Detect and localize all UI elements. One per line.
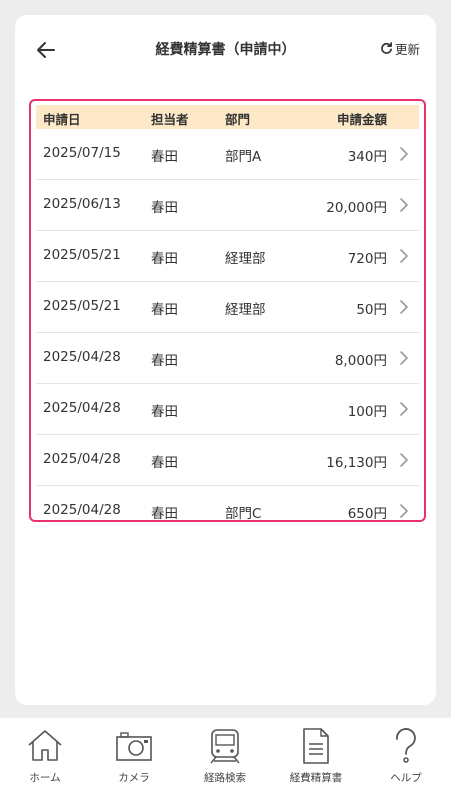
nav-help[interactable]: ヘルプ: [366, 726, 446, 785]
row-date: 2025/05/21: [43, 247, 121, 263]
column-header-date: 申請日: [43, 112, 81, 127]
nav-route-search-label: 経路検索: [204, 772, 246, 784]
row-staff: 春田: [151, 302, 178, 318]
row-staff: 春田: [151, 455, 178, 471]
row-dept: 部門A: [225, 149, 262, 165]
chevron-right-icon: [400, 249, 408, 263]
row-staff: 春田: [151, 404, 178, 420]
row-dept: 経理部: [225, 251, 266, 267]
refresh-icon: [381, 42, 392, 54]
row-amount: 8,000円: [334, 353, 387, 369]
refresh-label: 更新: [394, 42, 420, 57]
row-dept: 経理部: [225, 302, 266, 318]
row-amount: 20,000円: [326, 200, 387, 216]
row-date: 2025/05/21: [43, 298, 121, 314]
help-icon: [396, 728, 416, 763]
header: 経費精算書（申請中） 更新: [15, 15, 436, 83]
chevron-right-icon: [400, 300, 408, 314]
table-row[interactable]: 2025/05/21 春田 経理部 50円: [36, 282, 419, 333]
column-header-amount: 申請金額: [336, 112, 387, 127]
chevron-right-icon: [400, 351, 408, 365]
bottom-navigation: ホーム カメラ 経路検索 経費精算書 ヘルプ: [0, 718, 451, 800]
row-staff: 春田: [151, 149, 178, 165]
chevron-right-icon: [400, 453, 408, 467]
table-row[interactable]: 2025/04/28 春田 100円: [36, 384, 419, 435]
chevron-right-icon: [400, 504, 408, 518]
row-amount: 340円: [347, 149, 387, 165]
row-date: 2025/04/28: [43, 502, 121, 518]
row-amount: 50円: [356, 302, 387, 318]
table-header: 申請日 担当者 部門 申請金額: [36, 105, 419, 129]
nav-home[interactable]: ホーム: [5, 726, 85, 785]
row-amount: 16,130円: [326, 455, 387, 471]
row-amount: 650円: [347, 506, 387, 522]
nav-camera[interactable]: カメラ: [94, 726, 174, 785]
nav-home-label: ホーム: [29, 772, 61, 784]
nav-help-label: ヘルプ: [390, 772, 422, 784]
table-row[interactable]: 2025/06/13 春田 20,000円: [36, 180, 419, 231]
column-header-dept: 部門: [225, 112, 251, 127]
row-staff: 春田: [151, 200, 178, 216]
nav-camera-label: カメラ: [118, 772, 150, 784]
row-date: 2025/06/13: [43, 196, 121, 212]
camera-icon: [116, 732, 152, 761]
nav-route-search[interactable]: 経路検索: [185, 726, 265, 785]
chevron-right-icon: [400, 147, 408, 161]
home-icon: [28, 730, 62, 761]
table-body: 2025/07/15 春田 部門A 340円 2025/06/13 春田 20,…: [36, 129, 419, 522]
row-date: 2025/04/28: [43, 400, 121, 416]
table-row[interactable]: 2025/07/15 春田 部門A 340円: [36, 129, 419, 180]
row-date: 2025/04/28: [43, 451, 121, 467]
table-row[interactable]: 2025/04/28 春田 8,000円: [36, 333, 419, 384]
chevron-right-icon: [400, 402, 408, 416]
row-dept: 部門C: [225, 506, 262, 522]
row-staff: 春田: [151, 251, 178, 267]
row-date: 2025/07/15: [43, 145, 121, 161]
nav-expense-report-label: 経費精算書: [289, 772, 343, 784]
document-icon: [303, 728, 329, 764]
row-date: 2025/04/28: [43, 349, 121, 365]
page-title: 経費精算書（申請中）: [155, 42, 296, 58]
refresh-button[interactable]: 更新: [380, 39, 420, 58]
table-row[interactable]: 2025/04/28 春田 16,130円: [36, 435, 419, 486]
row-amount: 720円: [347, 251, 387, 267]
row-amount: 100円: [347, 404, 387, 420]
nav-expense-report[interactable]: 経費精算書: [276, 726, 356, 785]
expense-table: 申請日 担当者 部門 申請金額 2025/07/15 春田 部門A 340円 2…: [29, 99, 426, 522]
chevron-right-icon: [400, 198, 408, 212]
row-staff: 春田: [151, 353, 178, 369]
row-staff: 春田: [151, 506, 178, 522]
table-row[interactable]: 2025/04/28 春田 部門C 650円: [36, 486, 419, 522]
column-header-staff: 担当者: [151, 112, 189, 127]
main-card: 経費精算書（申請中） 更新 申請日 担当者 部門 申請金額 2025/07/15…: [15, 15, 436, 705]
train-icon: [210, 729, 240, 764]
table-row[interactable]: 2025/05/21 春田 経理部 720円: [36, 231, 419, 282]
